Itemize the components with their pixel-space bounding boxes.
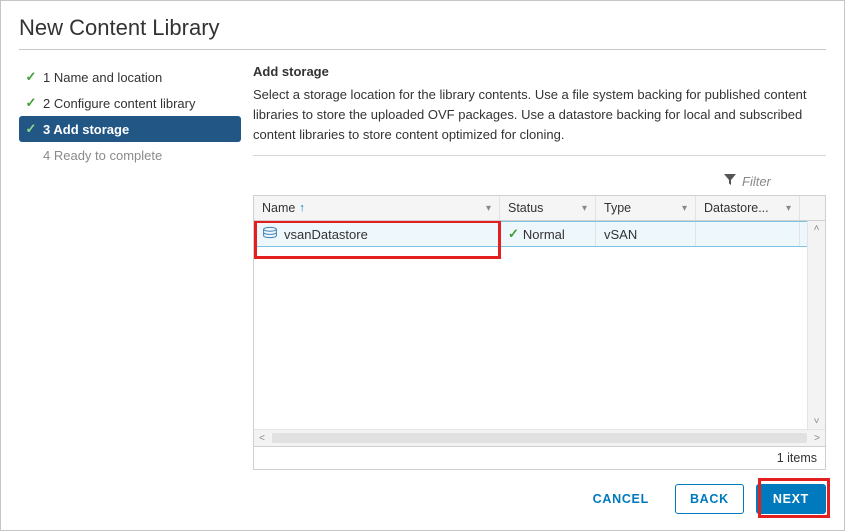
column-label: Datastore... bbox=[704, 201, 769, 215]
datastore-icon bbox=[262, 226, 284, 242]
step-configure-content-library[interactable]: ✓ 2 Configure content library bbox=[19, 90, 241, 116]
column-header-status[interactable]: Status ▾ bbox=[500, 196, 596, 220]
filter-icon[interactable] bbox=[724, 174, 736, 189]
main-panel: Add storage Select a storage location fo… bbox=[241, 58, 826, 470]
horizontal-scrollbar[interactable]: ˂ ˃ bbox=[254, 429, 825, 446]
column-label: Type bbox=[604, 201, 631, 215]
scroll-right-icon[interactable]: ˃ bbox=[809, 433, 825, 444]
vertical-scrollbar[interactable]: ˄ ˅ bbox=[807, 221, 825, 429]
sort-ascending-icon: ↑ bbox=[299, 202, 305, 214]
check-icon: ✓ bbox=[23, 95, 39, 111]
cell-type: vSAN bbox=[596, 221, 696, 247]
section-heading: Add storage bbox=[253, 64, 826, 79]
dialog-title: New Content Library bbox=[1, 1, 844, 49]
step-ready-to-complete: ✓ 4 Ready to complete bbox=[19, 142, 241, 168]
section-separator bbox=[253, 155, 826, 156]
column-header-spacer bbox=[800, 196, 825, 220]
grid-rows: vsanDatastore ✓ Normal vSAN ˄ ˅ bbox=[254, 221, 825, 429]
cell-cluster bbox=[696, 221, 800, 247]
step-label: 4 Ready to complete bbox=[43, 148, 162, 163]
chevron-down-icon[interactable]: ▾ bbox=[786, 203, 791, 214]
scroll-down-icon[interactable]: ˅ bbox=[814, 414, 820, 429]
cell-name: vsanDatastore bbox=[254, 221, 500, 247]
table-row[interactable]: vsanDatastore ✓ Normal vSAN bbox=[254, 221, 825, 247]
datastore-grid: Name ↑ ▾ Status ▾ Type ▾ Datastore... bbox=[253, 195, 826, 470]
step-name-and-location[interactable]: ✓ 1 Name and location bbox=[19, 64, 241, 90]
status-ok-icon: ✓ bbox=[508, 226, 519, 242]
filter-bar bbox=[253, 174, 826, 195]
check-icon: ✓ bbox=[23, 69, 39, 85]
chevron-down-icon[interactable]: ▾ bbox=[486, 203, 491, 214]
cancel-button[interactable]: CANCEL bbox=[579, 485, 663, 513]
dialog-footer: CANCEL BACK NEXT bbox=[1, 470, 844, 530]
wizard-steps: ✓ 1 Name and location ✓ 2 Configure cont… bbox=[19, 58, 241, 470]
item-count: 1 items bbox=[777, 451, 817, 465]
column-header-name[interactable]: Name ↑ ▾ bbox=[254, 196, 500, 220]
step-label: 1 Name and location bbox=[43, 70, 162, 85]
wizard-dialog: New Content Library ✓ 1 Name and locatio… bbox=[0, 0, 845, 531]
title-separator bbox=[19, 49, 826, 50]
filter-input[interactable] bbox=[742, 174, 822, 189]
dialog-body: ✓ 1 Name and location ✓ 2 Configure cont… bbox=[1, 58, 844, 470]
column-label: Status bbox=[508, 201, 543, 215]
step-add-storage[interactable]: ✓ 3 Add storage bbox=[19, 116, 241, 142]
column-label: Name bbox=[262, 201, 295, 215]
cell-status: ✓ Normal bbox=[500, 221, 596, 247]
column-header-type[interactable]: Type ▾ bbox=[596, 196, 696, 220]
step-label: 2 Configure content library bbox=[43, 96, 195, 111]
chevron-down-icon[interactable]: ▾ bbox=[582, 203, 587, 214]
status-text: Normal bbox=[523, 227, 565, 242]
grid-header: Name ↑ ▾ Status ▾ Type ▾ Datastore... bbox=[254, 196, 825, 221]
chevron-down-icon[interactable]: ▾ bbox=[682, 203, 687, 214]
grid-footer: 1 items bbox=[254, 446, 825, 469]
column-header-datastore-cluster[interactable]: Datastore... ▾ bbox=[696, 196, 800, 220]
scroll-up-icon[interactable]: ˄ bbox=[814, 221, 820, 236]
scroll-left-icon[interactable]: ˂ bbox=[254, 433, 270, 444]
check-icon: ✓ bbox=[23, 121, 39, 137]
scrollbar-track[interactable] bbox=[272, 433, 807, 443]
section-description: Select a storage location for the librar… bbox=[253, 85, 826, 145]
next-button[interactable]: NEXT bbox=[756, 484, 826, 514]
datastore-name: vsanDatastore bbox=[284, 227, 368, 242]
step-label: 3 Add storage bbox=[43, 122, 129, 137]
back-button[interactable]: BACK bbox=[675, 484, 744, 514]
